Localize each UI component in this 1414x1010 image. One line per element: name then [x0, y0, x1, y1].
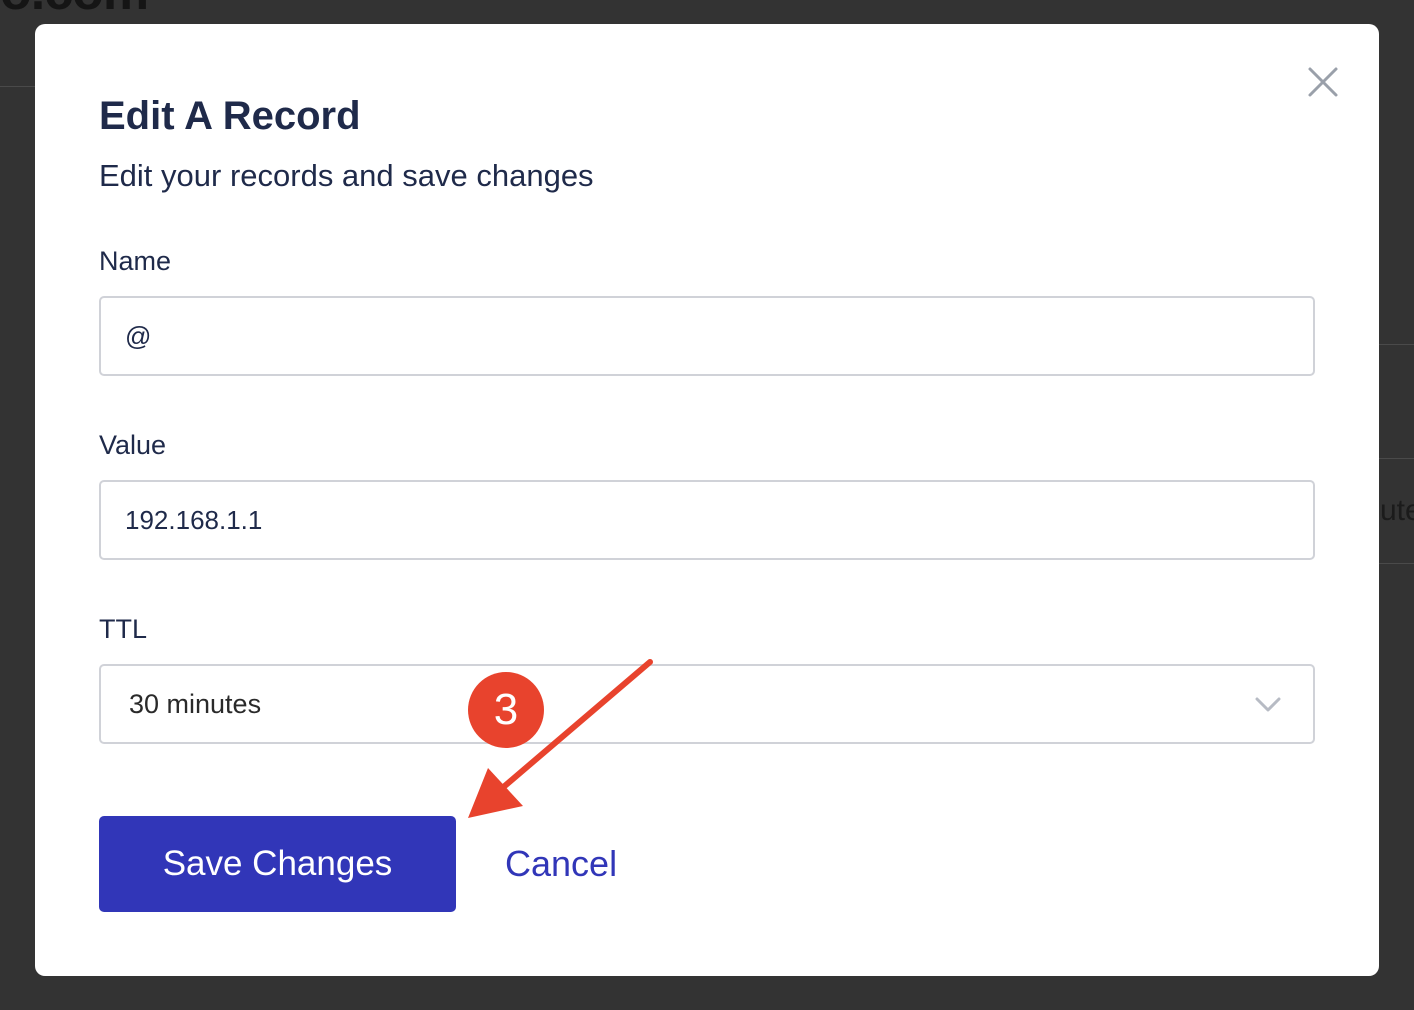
save-changes-button[interactable]: Save Changes: [99, 816, 456, 912]
background-divider: [1379, 458, 1414, 459]
name-label: Name: [99, 246, 172, 276]
edit-record-modal: Edit A Record Edit your records and save…: [35, 24, 1379, 976]
modal-subtitle: Edit your records and save changes: [99, 158, 594, 193]
modal-title: Edit A Record: [99, 94, 361, 138]
ttl-select[interactable]: 30 minutes: [99, 664, 1315, 744]
value-label: Value: [99, 430, 167, 460]
background-page-heading: o.com: [0, 0, 149, 22]
value-input[interactable]: [99, 480, 1315, 560]
ttl-label: TTL: [99, 614, 148, 644]
name-input[interactable]: [99, 296, 1315, 376]
chevron-down-icon: [1255, 697, 1281, 712]
step-number-badge: 3: [468, 672, 544, 748]
background-row-text: ute: [1380, 494, 1414, 527]
background-divider: [1379, 344, 1414, 345]
background-divider: [1379, 563, 1414, 564]
close-icon: [1308, 67, 1338, 97]
ttl-selected-value: 30 minutes: [129, 689, 262, 719]
cancel-button[interactable]: Cancel: [505, 840, 617, 888]
close-button[interactable]: [1303, 62, 1343, 102]
background-divider: [0, 86, 36, 87]
